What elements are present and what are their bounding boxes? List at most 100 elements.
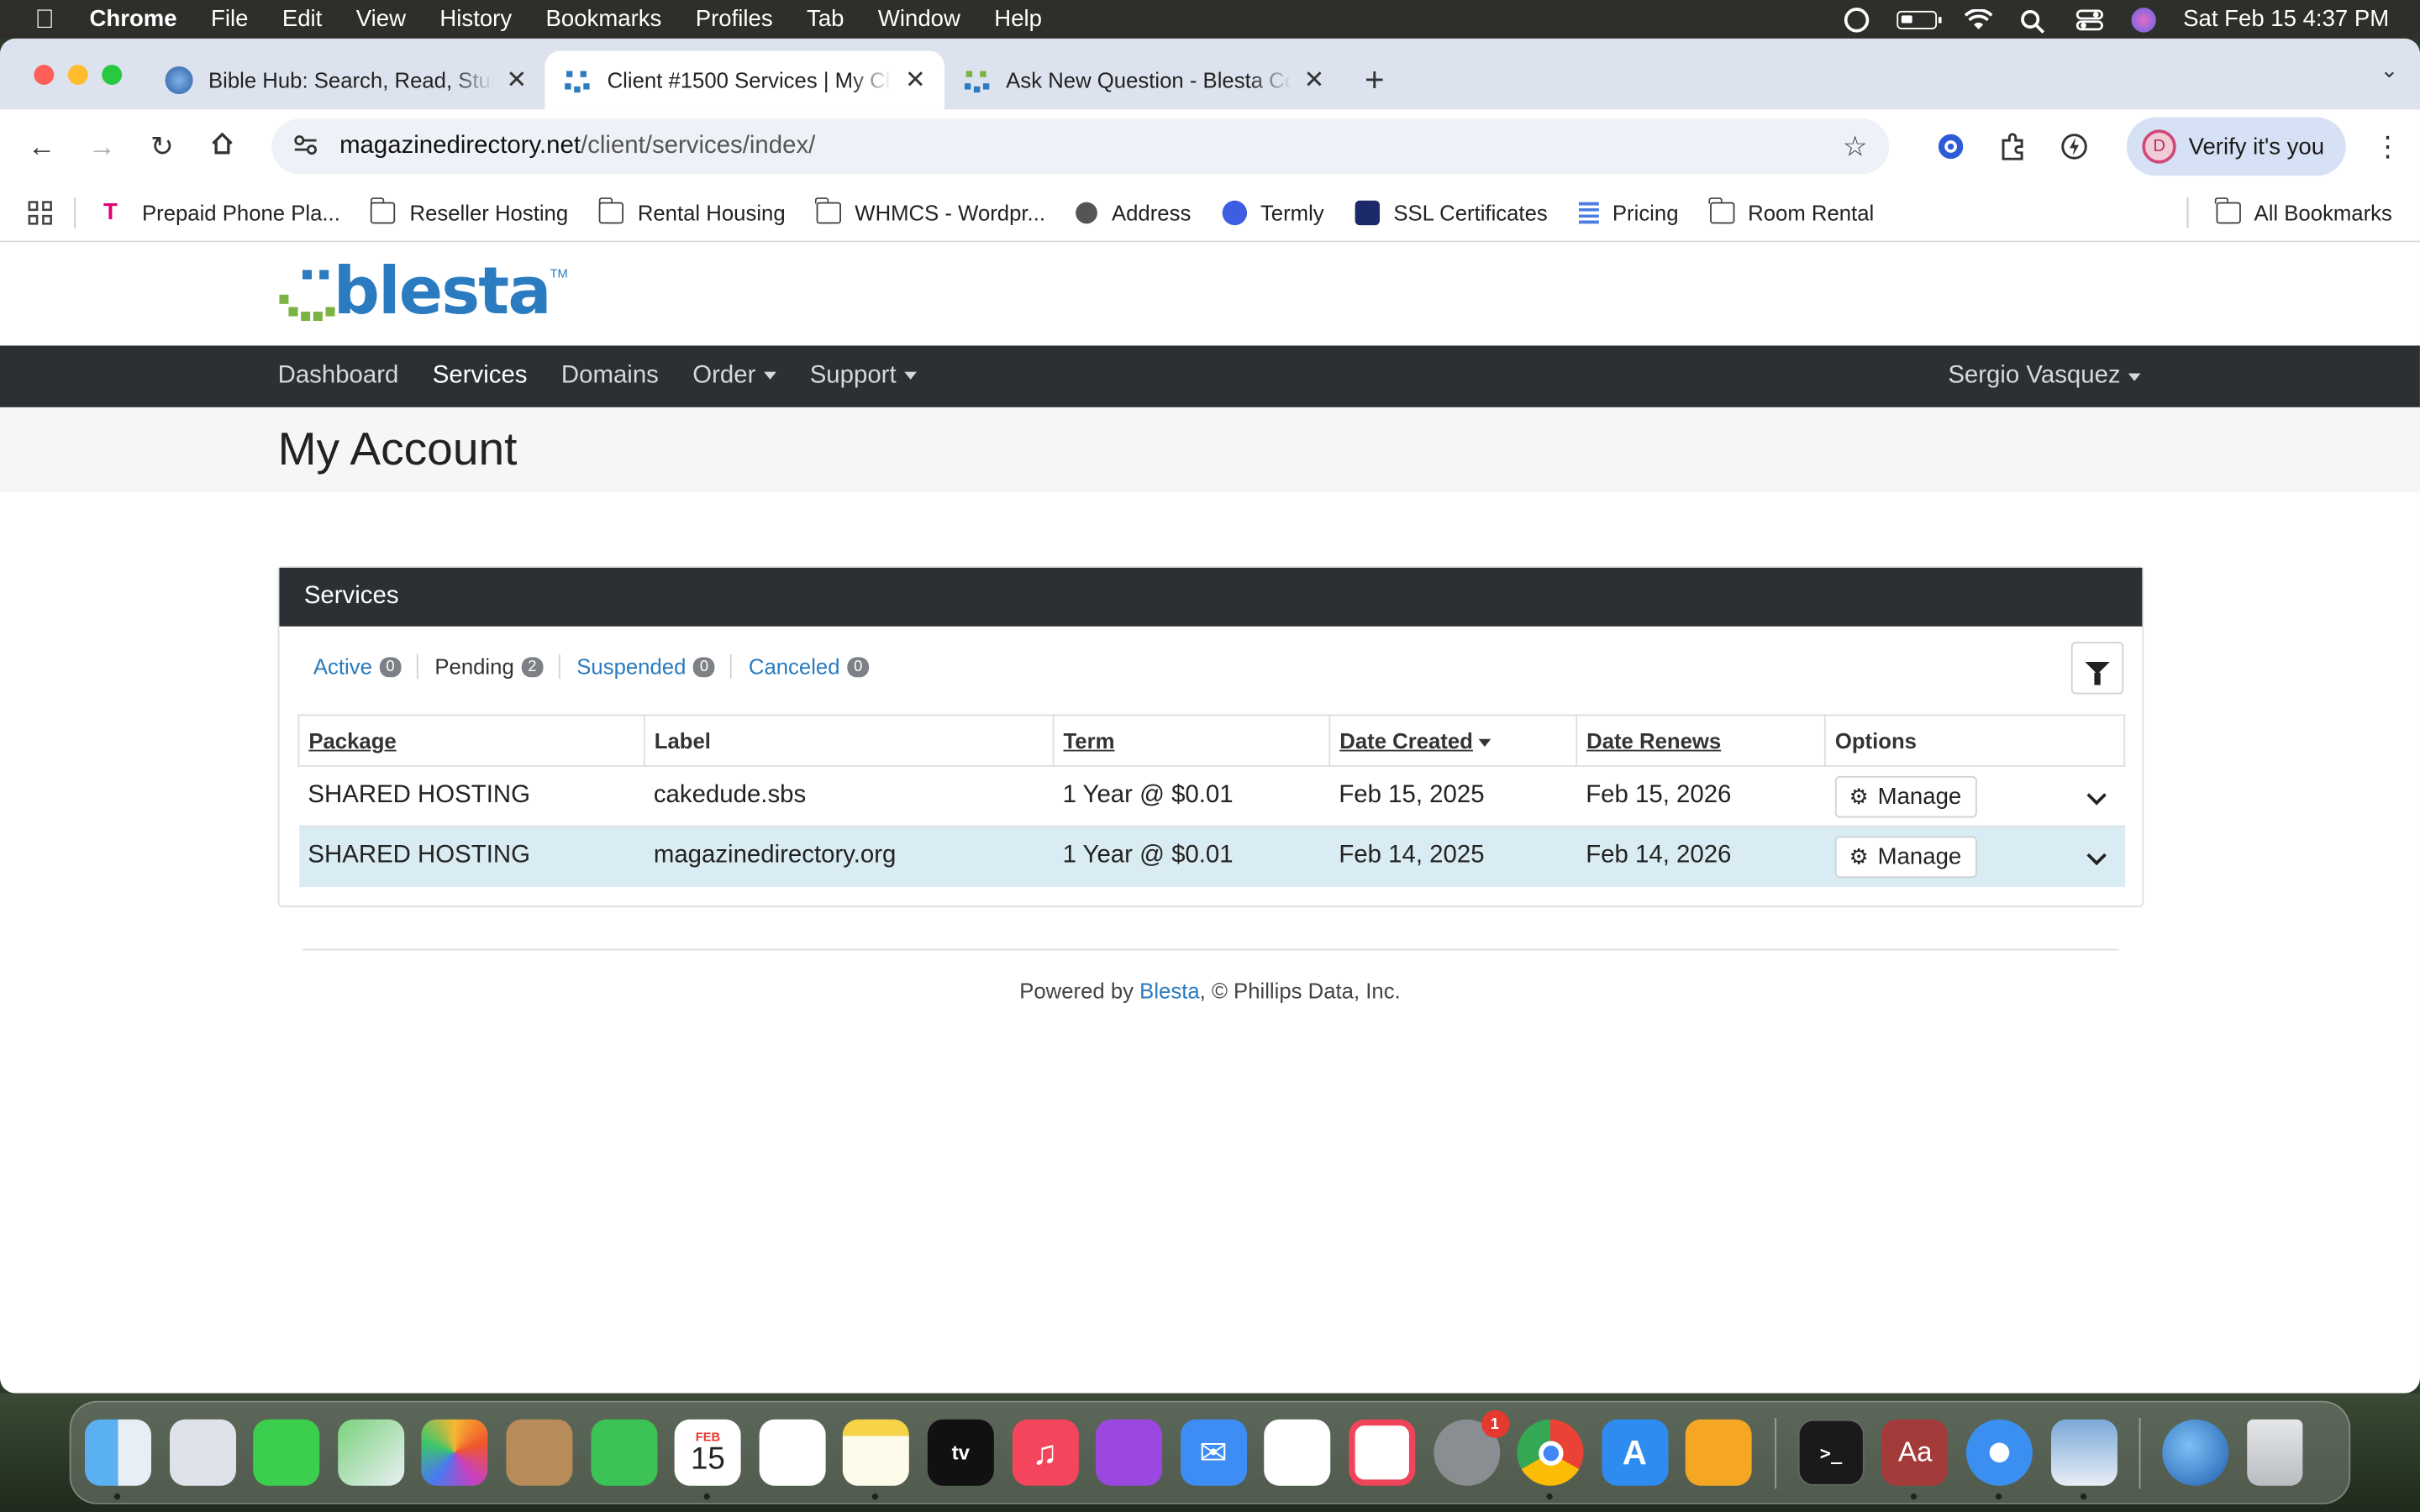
bookmark-prepaid-phone[interactable]: T Prepaid Phone Pla... bbox=[103, 200, 340, 224]
menu-view[interactable]: View bbox=[356, 6, 406, 32]
bookmark-whmcs[interactable]: WHMCS - Wordpr... bbox=[815, 197, 1045, 224]
notes-icon[interactable] bbox=[843, 1419, 910, 1500]
tab-client-services[interactable]: Client #1500 Services | My Cl ✕ bbox=[545, 50, 944, 110]
spotlight-search-icon[interactable] bbox=[2019, 8, 2047, 33]
filter-pending[interactable]: Pending 2 bbox=[434, 654, 560, 680]
siri-icon[interactable] bbox=[2130, 7, 2156, 32]
battery-icon[interactable] bbox=[1896, 9, 1941, 29]
new-tab-icon[interactable]: + bbox=[1365, 60, 1385, 101]
verify-profile-button[interactable]: D Verify it's you bbox=[2127, 117, 2346, 176]
menu-tab[interactable]: Tab bbox=[807, 6, 844, 32]
minimize-window-button[interactable] bbox=[67, 65, 88, 86]
nav-domains[interactable]: Domains bbox=[561, 363, 659, 391]
wifi-icon[interactable] bbox=[1963, 8, 1992, 30]
safari-icon[interactable] bbox=[1966, 1419, 2033, 1500]
bookmark-rental-housing[interactable]: Rental Housing bbox=[597, 197, 786, 224]
control-icon[interactable] bbox=[1844, 7, 1869, 32]
menu-help[interactable]: Help bbox=[994, 6, 1042, 32]
menu-history[interactable]: History bbox=[439, 6, 512, 32]
tab-ask-question[interactable]: Ask New Question - Blesta Co ✕ bbox=[944, 51, 1344, 110]
user-menu[interactable]: Sergio Vasquez bbox=[1948, 345, 2141, 407]
contacts-icon[interactable] bbox=[506, 1419, 573, 1486]
table-row[interactable]: SHARED HOSTING magazinedirectory.org 1 Y… bbox=[298, 825, 2125, 887]
menu-edit[interactable]: Edit bbox=[282, 6, 322, 32]
dictionary-icon[interactable]: Aa bbox=[1881, 1419, 1949, 1500]
blesta-link[interactable]: Blesta bbox=[1139, 978, 1199, 1002]
address-bar[interactable]: magazinedirectory.net/client/services/in… bbox=[271, 118, 1890, 175]
calendar-icon[interactable]: FEB 15 bbox=[674, 1419, 741, 1500]
close-tab-icon[interactable]: ✕ bbox=[506, 65, 527, 96]
menu-window[interactable]: Window bbox=[878, 6, 960, 32]
facetime-icon[interactable] bbox=[590, 1419, 657, 1486]
preview-icon[interactable] bbox=[2050, 1419, 2118, 1500]
bookmark-room-rental[interactable]: Room Rental bbox=[1708, 197, 1874, 224]
downloads-globe-icon[interactable] bbox=[2162, 1419, 2229, 1486]
menu-profiles[interactable]: Profiles bbox=[696, 6, 773, 32]
close-tab-icon[interactable]: ✕ bbox=[1304, 65, 1325, 96]
bookmark-ssl-certificates[interactable]: SSL Certificates bbox=[1355, 199, 1548, 225]
filter-suspended[interactable]: Suspended 0 bbox=[576, 654, 732, 680]
column-date-created[interactable]: Date Created bbox=[1328, 714, 1578, 767]
column-term[interactable]: Term bbox=[1052, 714, 1331, 767]
bookmark-pricing[interactable]: Pricing bbox=[1578, 200, 1678, 224]
chrome-icon[interactable] bbox=[1517, 1419, 1584, 1500]
extension-circle-icon[interactable] bbox=[1934, 129, 1968, 163]
extensions-puzzle-icon[interactable] bbox=[1996, 129, 2029, 163]
tab-bible-hub[interactable]: Bible Hub: Search, Read, Stud ✕ bbox=[146, 51, 545, 110]
blesta-logo[interactable]: blesta TM bbox=[278, 259, 568, 323]
news-icon[interactable] bbox=[1349, 1419, 1416, 1486]
freeform-icon[interactable] bbox=[1264, 1419, 1331, 1486]
nav-dashboard[interactable]: Dashboard bbox=[278, 363, 399, 391]
chrome-menu-icon[interactable]: ⋮ bbox=[2374, 130, 2402, 163]
trash-icon[interactable] bbox=[2246, 1419, 2303, 1486]
performance-icon[interactable] bbox=[2057, 129, 2091, 163]
bookmark-address[interactable]: Address bbox=[1076, 200, 1191, 224]
menubar-clock[interactable]: Sat Feb 15 4:37 PM bbox=[2183, 6, 2389, 32]
all-bookmarks-button[interactable]: All Bookmarks bbox=[2214, 197, 2392, 224]
apple-icon[interactable]:  bbox=[31, 5, 59, 33]
filter-canceled[interactable]: Canceled 0 bbox=[749, 654, 884, 679]
apps-grid-icon[interactable] bbox=[28, 200, 52, 224]
column-date-renews[interactable]: Date Renews bbox=[1576, 714, 1826, 767]
podcasts-icon[interactable] bbox=[1096, 1419, 1163, 1486]
home-icon[interactable] bbox=[199, 130, 245, 163]
reminders-icon[interactable] bbox=[759, 1419, 826, 1486]
control-center-icon[interactable] bbox=[2075, 8, 2103, 30]
launchpad-icon[interactable] bbox=[169, 1419, 236, 1486]
bookmark-termly[interactable]: Termly bbox=[1222, 199, 1324, 225]
filter-button[interactable] bbox=[2070, 642, 2124, 695]
filter-active[interactable]: Active 0 bbox=[313, 654, 418, 680]
photos-icon[interactable] bbox=[422, 1419, 489, 1486]
messages-icon[interactable] bbox=[253, 1419, 320, 1486]
nav-order[interactable]: Order bbox=[692, 363, 776, 391]
manage-button[interactable]: ⚙ Manage bbox=[1833, 774, 1976, 817]
zoom-window-button[interactable] bbox=[102, 65, 123, 86]
bookmark-reseller-hosting[interactable]: Reseller Hosting bbox=[370, 197, 568, 224]
music-icon[interactable]: ♫ bbox=[1012, 1419, 1078, 1486]
maps-icon[interactable] bbox=[337, 1419, 404, 1486]
manage-button[interactable]: ⚙ Manage bbox=[1833, 836, 1976, 878]
site-info-icon[interactable] bbox=[293, 134, 318, 160]
expand-row-toggle[interactable] bbox=[2086, 845, 2106, 876]
system-settings-icon[interactable]: 1 bbox=[1433, 1410, 1509, 1486]
nav-support[interactable]: Support bbox=[810, 363, 917, 391]
close-tab-icon[interactable]: ✕ bbox=[905, 65, 926, 96]
column-package[interactable]: Package bbox=[297, 714, 645, 767]
menu-app-name[interactable]: Chrome bbox=[90, 6, 177, 32]
finder-icon[interactable] bbox=[85, 1419, 151, 1500]
app-store-icon[interactable]: A bbox=[1601, 1419, 1668, 1486]
reload-icon[interactable]: ↻ bbox=[139, 130, 185, 163]
mail-icon[interactable]: ✉ bbox=[1180, 1419, 1247, 1486]
forward-arrow-icon[interactable]: → bbox=[79, 130, 125, 163]
tab-search-chevron-icon[interactable]: ⌄ bbox=[2381, 57, 2399, 83]
close-window-button[interactable] bbox=[34, 65, 55, 86]
bookmark-star-icon[interactable]: ☆ bbox=[1843, 130, 1868, 163]
terminal-icon[interactable]: >_ bbox=[1797, 1419, 1865, 1486]
pages-icon[interactable] bbox=[1686, 1419, 1753, 1486]
back-arrow-icon[interactable]: ← bbox=[18, 130, 65, 163]
expand-row-toggle[interactable] bbox=[2086, 785, 2106, 816]
table-row[interactable]: SHARED HOSTING cakedude.sbs 1 Year @ $0.… bbox=[298, 765, 2125, 827]
menu-file[interactable]: File bbox=[211, 6, 248, 32]
nav-services[interactable]: Services bbox=[433, 363, 528, 391]
menu-bookmarks[interactable]: Bookmarks bbox=[546, 6, 662, 32]
